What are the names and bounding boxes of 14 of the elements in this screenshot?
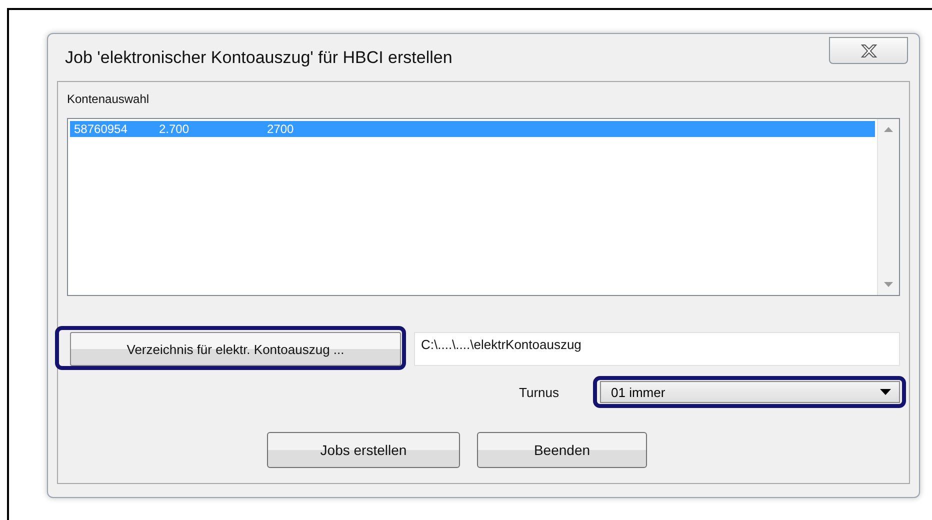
scroll-down-icon: [884, 282, 893, 287]
group-label: Kontenauswahl: [67, 92, 150, 106]
scroll-up-icon: [884, 127, 893, 132]
dialog-button[interactable]: Jobs erstellen: [267, 432, 460, 468]
dropdown-arrow-icon: [880, 389, 891, 395]
directory-button[interactable]: Verzeichnis für elektr. Kontoauszug ...: [70, 332, 401, 366]
interval-label: Turnus: [519, 384, 559, 400]
close-icon: [860, 44, 878, 58]
close-button[interactable]: [829, 37, 908, 64]
dialog-button[interactable]: Beenden: [477, 432, 647, 468]
path-field[interactable]: C:\....\....\elektrKontoauszug: [414, 332, 900, 366]
scrollbar[interactable]: [877, 119, 899, 295]
window-title: Job 'elektronischer Kontoauszug' für HBCI erstellen: [65, 48, 452, 68]
interval-dropdown[interactable]: 01 immer: [600, 381, 900, 403]
